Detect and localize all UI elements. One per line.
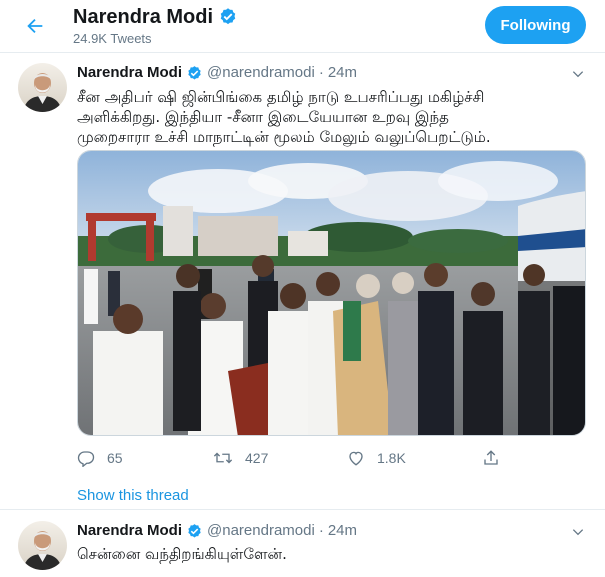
tweet-actions: 65 427 1.8K [77,449,507,473]
tweet-text-line: அளிக்கிறது. இந்தியா -சீனா இடையேயான உறவு … [77,108,449,126]
chevron-down-icon[interactable] [571,525,585,539]
separator-dot: · [318,522,324,539]
tarmac-welcome-photo [78,151,585,435]
retweet-icon [213,452,233,464]
verified-badge-icon [188,523,201,538]
share-button[interactable] [482,449,500,467]
tweet[interactable]: Narendra Modi @narendramodi · 24m சீன அத… [0,53,605,510]
reply-icon [77,451,95,467]
back-button[interactable] [22,13,48,39]
avatar[interactable] [18,521,67,570]
separator-dot: · [318,64,324,81]
like-count: 1.8K [377,450,406,466]
tweet-photo[interactable] [77,150,586,436]
share-icon [484,450,498,465]
verified-badge-icon [220,8,236,25]
tweet-header: Narendra Modi @narendramodi · 24m [77,64,357,82]
header-title-block: Narendra Modi 24.9K Tweets [73,5,238,46]
retweet-count: 427 [245,450,269,466]
page-title: Narendra Modi [73,5,238,29]
back-arrow-icon [27,18,43,34]
avatar[interactable] [18,63,67,112]
profile-name: Narendra Modi [73,6,214,28]
tweet-text: சீன அதிபர் ஷி ஜின்பிங்கை தமிழ் நாடு உபசர… [77,87,587,147]
tweet-timestamp[interactable]: 24m [328,522,357,540]
like-button[interactable]: 1.8K [347,449,406,467]
tweet-text-line: சீன அதிபர் ஷி ஜின்பிங்கை தமிழ் நாடு உபசர… [77,88,485,106]
author-handle: @narendramodi [207,64,315,81]
show-thread-link[interactable]: Show this thread [77,487,189,504]
author-handle: @narendramodi [207,522,315,539]
tweet-timestamp[interactable]: 24m [328,64,357,82]
tweet-text: சென்னை வந்திறங்கியுள்ளேன். [77,544,587,564]
reply-button[interactable]: 65 [77,449,123,467]
tweet-count: 24.9K Tweets [73,31,152,46]
reply-count: 65 [107,450,123,466]
profile-header: Narendra Modi 24.9K Tweets Following [0,0,605,53]
tweet[interactable]: Narendra Modi @narendramodi · 24m சென்னை… [0,511,605,577]
author-name[interactable]: Narendra Modi [77,522,182,540]
like-icon [349,451,363,466]
retweet-button[interactable]: 427 [213,449,268,467]
chevron-down-icon[interactable] [571,67,585,81]
tweet-text-line: முறைசாரா உச்சி மாநாட்டின் மூலம் மேலும் வ… [77,128,491,146]
tweet-text-line: சென்னை வந்திறங்கியுள்ளேன். [77,545,287,563]
following-button[interactable]: Following [485,6,586,44]
verified-badge-icon [188,65,201,80]
tweet-header: Narendra Modi @narendramodi · 24m [77,522,357,540]
author-name[interactable]: Narendra Modi [77,64,182,82]
